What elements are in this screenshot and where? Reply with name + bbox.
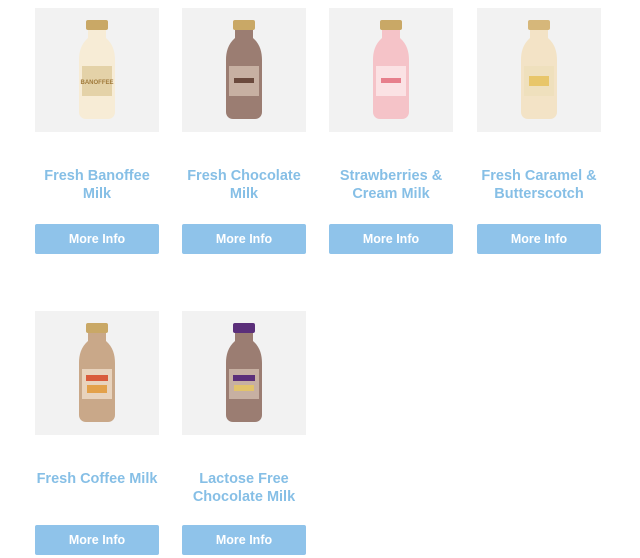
product-card-banoffee: BANOFFEE Fresh Banoffee Milk More Info	[35, 8, 159, 254]
product-card-coffee: Fresh Coffee Milk More Info	[35, 311, 159, 555]
milk-bottle-icon: BANOFFEE	[79, 20, 115, 119]
product-title-line: Strawberries &	[339, 168, 443, 184]
product-image[interactable]	[35, 311, 159, 435]
bottle-label-text: BANOFFEE	[81, 80, 114, 86]
more-info-button[interactable]: More Info	[35, 525, 159, 555]
product-title[interactable]: Fresh Banoffee Milk	[25, 167, 169, 203]
product-title-line: Milk	[82, 186, 112, 202]
milk-bottle-icon	[79, 323, 115, 422]
product-grid: BANOFFEE Fresh Banoffee Milk More Info F…	[0, 0, 640, 558]
product-card-caramel-butterscotch: Fresh Caramel & Butterscotch More Info	[477, 8, 601, 254]
product-title-line: Lactose Free	[199, 471, 289, 487]
more-info-button[interactable]: More Info	[182, 224, 306, 254]
milk-bottle-icon	[226, 20, 262, 119]
more-info-button[interactable]: More Info	[35, 224, 159, 254]
milk-bottle-icon	[521, 20, 557, 119]
product-title-line: Fresh Coffee Milk	[36, 471, 158, 487]
product-image[interactable]	[477, 8, 601, 132]
milk-bottle-icon	[373, 20, 409, 119]
product-title[interactable]: Fresh Coffee Milk	[25, 470, 169, 488]
product-image[interactable]	[329, 8, 453, 132]
product-title-line: Fresh Chocolate	[187, 168, 301, 184]
product-title-line: Butterscotch	[494, 186, 584, 202]
product-card-strawberries-cream: Strawberries & Cream Milk More Info	[329, 8, 453, 254]
product-card-chocolate: Fresh Chocolate Milk More Info	[182, 8, 306, 254]
product-title-line: Milk	[229, 186, 259, 202]
milk-bottle-icon	[226, 323, 262, 422]
product-card-lactose-free-chocolate: Lactose Free Chocolate Milk More Info	[182, 311, 306, 555]
product-title-line: Chocolate Milk	[192, 489, 296, 505]
product-title-line: Cream Milk	[352, 186, 430, 202]
more-info-button[interactable]: More Info	[477, 224, 601, 254]
more-info-button[interactable]: More Info	[182, 525, 306, 555]
product-title-line: Fresh Banoffee	[44, 168, 150, 184]
product-title[interactable]: Strawberries & Cream Milk	[319, 167, 463, 203]
product-image[interactable]	[182, 311, 306, 435]
product-title-line: Fresh Caramel &	[481, 168, 597, 184]
product-title[interactable]: Fresh Caramel & Butterscotch	[467, 167, 611, 203]
product-image[interactable]: BANOFFEE	[35, 8, 159, 132]
product-title[interactable]: Fresh Chocolate Milk	[172, 167, 316, 203]
product-title[interactable]: Lactose Free Chocolate Milk	[172, 470, 316, 506]
more-info-button[interactable]: More Info	[329, 224, 453, 254]
product-image[interactable]	[182, 8, 306, 132]
